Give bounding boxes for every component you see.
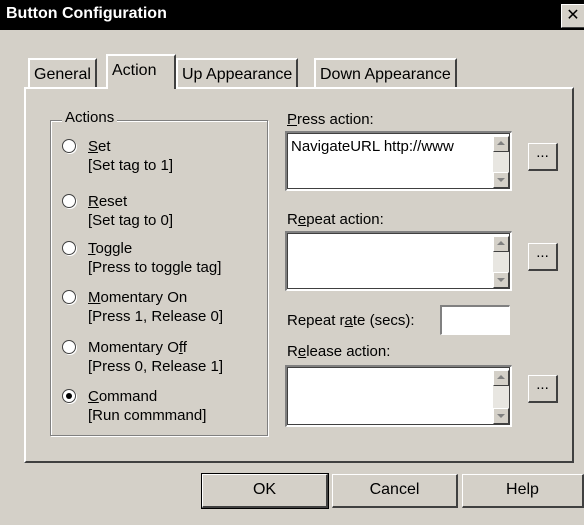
- scroll-down-icon[interactable]: [493, 272, 509, 288]
- repeat-action-textarea[interactable]: [285, 231, 512, 291]
- radio-description: [Set tag to 1]: [88, 157, 174, 174]
- press-action-value: NavigateURL http://www: [291, 138, 454, 155]
- radio-label: Set: [88, 138, 111, 155]
- press-action-browse-button[interactable]: ...: [528, 143, 558, 171]
- radio-description: [Run commmand]: [88, 407, 207, 424]
- tab-up-appearance[interactable]: Up Appearance: [176, 58, 299, 88]
- radio-button[interactable]: [62, 290, 76, 304]
- tab-label: Down Appearance: [320, 66, 451, 83]
- tab-down-appearance[interactable]: Down Appearance: [314, 58, 457, 88]
- radio-description: [Press to toggle tag]: [88, 259, 222, 276]
- radio-button[interactable]: [62, 194, 76, 208]
- radio-label: Momentary Off: [88, 339, 187, 356]
- scroll-up-icon[interactable]: [493, 136, 509, 152]
- release-action-textarea[interactable]: [285, 365, 512, 427]
- radio-description: [Press 1, Release 0]: [88, 308, 224, 325]
- radio-label: Command: [88, 388, 158, 405]
- tab-action[interactable]: Action: [106, 54, 176, 89]
- close-icon: ✕: [566, 7, 580, 24]
- release-action-browse-button[interactable]: ...: [528, 375, 558, 403]
- press-action-textarea[interactable]: NavigateURL http://www: [285, 131, 512, 191]
- radio-label: Reset: [88, 193, 128, 210]
- scroll-up-icon[interactable]: [493, 236, 509, 252]
- radio-label: Toggle: [88, 240, 133, 257]
- release-action-label: Release action:: [287, 343, 391, 360]
- tab-label: Up Appearance: [182, 66, 293, 83]
- window-title: Button Configuration: [6, 5, 167, 22]
- vertical-scrollbar[interactable]: [493, 370, 509, 424]
- actions-legend: Actions: [62, 109, 118, 126]
- tab-label: Action: [112, 62, 157, 79]
- vertical-scrollbar[interactable]: [493, 236, 509, 288]
- tab-label: General: [34, 66, 91, 83]
- close-button[interactable]: ✕: [561, 4, 584, 28]
- repeat-action-browse-button[interactable]: ...: [528, 243, 558, 271]
- help-button[interactable]: Help: [462, 474, 584, 508]
- title-bar: Button Configuration ✕: [0, 0, 584, 30]
- repeat-action-label: Repeat action:: [287, 211, 384, 228]
- radio-button[interactable]: [62, 139, 76, 153]
- ok-button[interactable]: OK: [201, 473, 329, 509]
- radio-description: [Set tag to 0]: [88, 212, 174, 229]
- scroll-up-icon[interactable]: [493, 370, 509, 386]
- vertical-scrollbar[interactable]: [493, 136, 509, 188]
- repeat-rate-input[interactable]: [440, 305, 510, 335]
- scroll-down-icon[interactable]: [493, 408, 509, 424]
- radio-description: [Press 0, Release 1]: [88, 358, 224, 375]
- radio-button[interactable]: [62, 241, 76, 255]
- cancel-button[interactable]: Cancel: [332, 474, 458, 508]
- radio-button[interactable]: [62, 340, 76, 354]
- radio-label: Momentary On: [88, 289, 188, 306]
- radio-button-selected[interactable]: [62, 389, 76, 403]
- press-action-label: Press action:: [287, 111, 374, 128]
- scroll-down-icon[interactable]: [493, 172, 509, 188]
- repeat-rate-label: Repeat rate (secs):: [287, 312, 415, 329]
- tab-general[interactable]: General: [28, 58, 97, 88]
